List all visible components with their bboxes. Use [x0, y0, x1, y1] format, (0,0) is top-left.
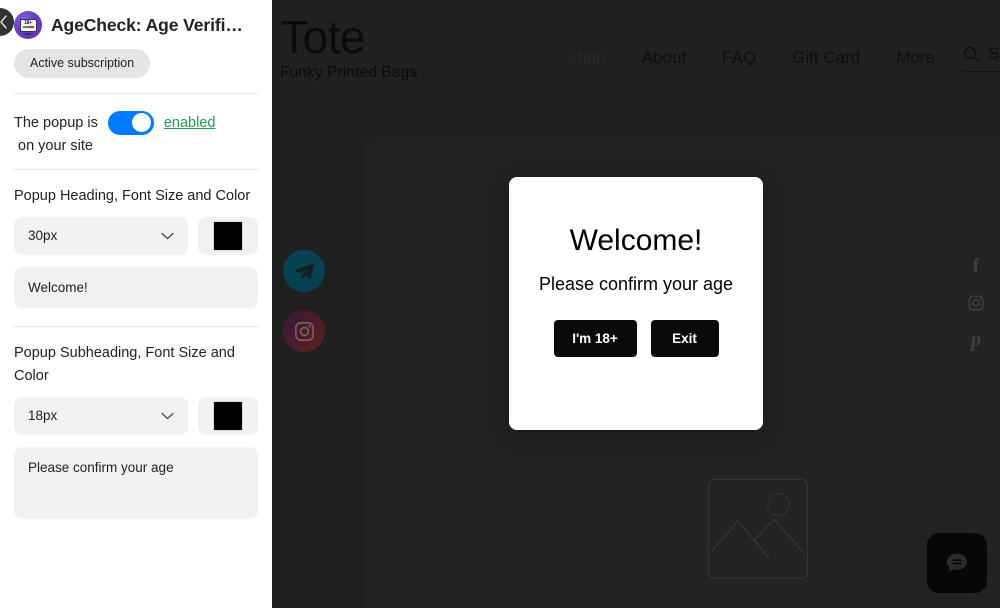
popup-enable-block: The popup is enabled on your site [0, 94, 272, 154]
monitor-stand [24, 33, 32, 35]
popup-toggle-suffix-label: on your site [18, 137, 93, 154]
popup-subheading-text-input[interactable]: Please confirm your age [14, 446, 258, 519]
popup-toggle-row: The popup is enabled [14, 110, 258, 136]
popup-subheading-font-size-select[interactable]: 18px [14, 396, 188, 435]
age-verification-popup: Welcome! Please confirm your age I'm 18+… [509, 177, 763, 430]
monitor-bar [22, 26, 34, 28]
chevron-left-icon [0, 15, 7, 29]
site-preview: Tote Funky Printed Bags Shop About FAQ G… [272, 0, 1000, 608]
age-check-app-icon: 18+ [14, 11, 42, 39]
popup-heading-text-input[interactable]: Welcome! [14, 266, 258, 308]
status-badge: Active subscription [14, 49, 151, 78]
popup-subheading-label: Popup Subheading, Font Size and Color [14, 344, 235, 384]
subscription-badge-row: Active subscription [0, 39, 272, 78]
confirm-age-button[interactable]: I'm 18+ [553, 320, 637, 357]
popup-enabled-toggle[interactable] [107, 110, 154, 135]
popup-heading-font-size-value: 30px [28, 228, 58, 243]
monitor-glyph: 18+ [19, 18, 37, 32]
color-swatch [213, 400, 243, 431]
popup-heading-controls-row: 30px [14, 216, 258, 255]
popup-heading-label: Popup Heading, Font Size and Color [14, 187, 251, 204]
popup-heading-color-picker[interactable] [198, 216, 258, 255]
chevron-down-icon [161, 232, 174, 240]
divider-subheading [14, 325, 258, 327]
popup-heading-text: Welcome! [569, 224, 703, 257]
popup-buttons-row: I'm 18+ Exit [553, 320, 719, 357]
popup-heading-font-size-select[interactable]: 30px [14, 216, 188, 255]
exit-button[interactable]: Exit [650, 320, 719, 357]
page-title: AgeCheck: Age Verifi… [51, 14, 243, 35]
popup-enabled-link[interactable]: enabled [164, 110, 216, 136]
popup-heading-settings-group: Popup Heading, Font Size and Color 30px … [0, 185, 272, 308]
toggle-knob [132, 113, 152, 132]
app-icon-badge-text: 18+ [24, 19, 32, 26]
popup-subheading-font-size-value: 18px [28, 408, 58, 423]
popup-subheading-settings-group: Popup Subheading, Font Size and Color 18… [0, 342, 272, 519]
app-settings-sidebar: 18+ AgeCheck: Age Verifi… Active subscri… [0, 0, 272, 608]
app-header: 18+ AgeCheck: Age Verifi… [0, 0, 272, 39]
popup-subheading-text: Please confirm your age [538, 274, 734, 294]
chevron-down-icon [161, 412, 174, 420]
popup-toggle-prefix-label: The popup is [14, 114, 98, 131]
color-swatch [213, 220, 243, 251]
app-root: 18+ AgeCheck: Age Verifi… Active subscri… [0, 0, 1000, 608]
popup-subheading-color-picker[interactable] [198, 396, 258, 435]
divider-heading [14, 168, 258, 170]
popup-subheading-controls-row: 18px [14, 396, 258, 435]
